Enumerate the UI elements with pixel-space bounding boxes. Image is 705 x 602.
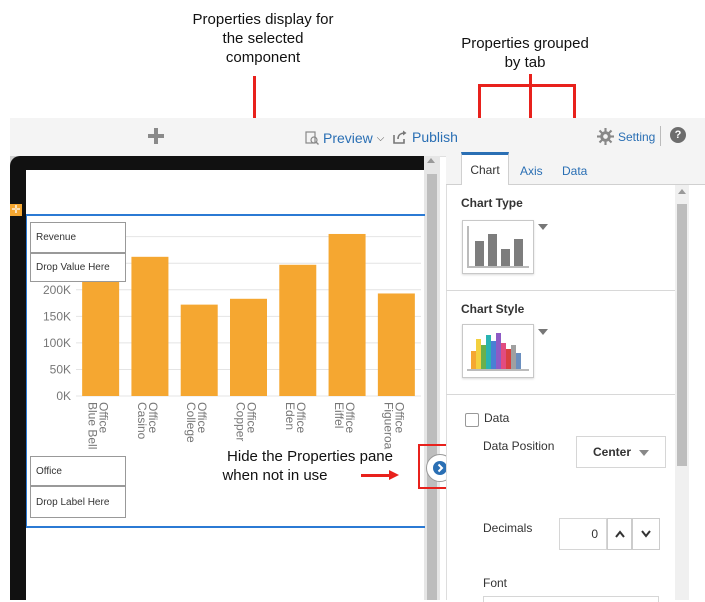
preview-icon	[305, 131, 319, 145]
chart-style-selector[interactable]	[462, 324, 534, 378]
callout-properties-display: Properties display for the selected comp…	[158, 10, 368, 67]
scroll-up-icon[interactable]	[678, 189, 686, 194]
help-button[interactable]: ?	[670, 127, 686, 143]
callout-branch-horizontal	[478, 84, 576, 87]
x-tick-label: Office	[294, 402, 308, 433]
callout-arrow-head	[389, 470, 399, 480]
gear-icon	[597, 128, 614, 145]
data-position-select[interactable]: Center	[576, 436, 666, 468]
chart-style-heading: Chart Style	[461, 302, 525, 316]
decimals-increment-button[interactable]	[607, 518, 632, 550]
tab-axis[interactable]: Axis	[520, 164, 543, 178]
publish-button[interactable]: Publish	[392, 129, 458, 145]
decimals-value: 0	[591, 527, 598, 541]
data-position-label: Data Position	[483, 439, 555, 453]
chevron-down-icon: ⌵	[376, 132, 385, 144]
setting-button[interactable]: Setting	[597, 128, 655, 145]
chevron-right-icon	[433, 461, 447, 475]
tab-data-label: Data	[562, 164, 588, 178]
properties-scroll-thumb[interactable]	[677, 204, 687, 466]
x-tick-label: Office	[343, 402, 357, 433]
publish-label: Publish	[412, 129, 458, 145]
font-label: Font	[483, 576, 508, 590]
y-tick-label: 150K	[43, 309, 71, 323]
move-handle-icon[interactable]: ✛	[10, 204, 22, 216]
bar[interactable]	[230, 298, 267, 396]
tab-chart[interactable]: Chart	[461, 152, 509, 185]
tab-data[interactable]: Data	[562, 164, 587, 178]
chart-style-icon	[467, 333, 529, 371]
section-divider	[446, 290, 675, 291]
decimals-decrement-button[interactable]	[632, 518, 660, 550]
chevron-up-icon	[614, 530, 625, 538]
help-icon: ?	[674, 129, 682, 141]
x-tick-label: Office	[245, 402, 259, 433]
x-tick-label: Office	[195, 402, 209, 433]
preview-label: Preview	[323, 130, 373, 146]
callout-line: Properties grouped	[461, 35, 589, 52]
label-field-chip[interactable]: Office	[30, 456, 126, 486]
setting-label: Setting	[618, 129, 656, 144]
add-button[interactable]	[146, 126, 166, 146]
drop-label-label: Drop Label Here	[36, 496, 110, 508]
callout-line: component	[225, 49, 301, 66]
chevron-down-icon	[641, 530, 651, 538]
bar[interactable]	[180, 304, 218, 396]
decimals-label: Decimals	[483, 521, 533, 535]
data-checkbox[interactable]	[465, 413, 479, 427]
scroll-up-icon[interactable]	[427, 158, 435, 163]
chart-type-heading: Chart Type	[461, 196, 523, 210]
callout-line: Properties display for	[192, 11, 334, 28]
callout-line: the selected	[222, 30, 304, 47]
label-field-label: Office	[36, 465, 62, 477]
x-tick-label: Office	[97, 402, 111, 433]
drop-value-label: Drop Value Here	[36, 262, 110, 273]
data-checkbox-label: Data	[484, 411, 510, 425]
toolbar-divider	[660, 126, 661, 146]
drop-value-target[interactable]: Drop Value Here	[30, 253, 126, 282]
canvas-scroll-thumb[interactable]	[427, 174, 437, 600]
bar[interactable]	[131, 256, 169, 396]
drop-label-target[interactable]: Drop Label Here	[30, 486, 126, 518]
chart-style-dropdown-icon[interactable]	[538, 329, 548, 335]
bar[interactable]	[328, 233, 366, 396]
preview-button[interactable]: Preview ⌵	[305, 130, 384, 146]
font-input[interactable]	[483, 596, 659, 602]
share-icon	[393, 130, 407, 144]
x-tick-label: Office	[146, 402, 160, 433]
section-divider	[446, 394, 675, 395]
chart-type-dropdown-icon[interactable]	[538, 224, 548, 230]
bar-chart-type-icon	[467, 226, 529, 268]
callout-line: Hide the Properties pane	[227, 448, 393, 465]
value-field-chip[interactable]: Revenue	[30, 222, 126, 253]
tab-chart-label: Chart	[470, 163, 500, 177]
callout-arrow-shaft	[361, 474, 391, 477]
y-tick-label: 100K	[43, 336, 71, 350]
y-tick-label: 200K	[43, 283, 71, 297]
y-tick-label: 50K	[50, 362, 71, 376]
tab-axis-label: Axis	[520, 164, 543, 178]
callout-grouped-by-tab: Properties grouped by tab	[440, 34, 610, 72]
data-position-value: Center	[593, 445, 632, 459]
bar[interactable]	[377, 293, 415, 396]
callout-line: by tab	[504, 54, 546, 71]
chevron-down-icon	[639, 450, 650, 456]
chart-type-selector[interactable]	[462, 220, 534, 274]
bar[interactable]	[279, 264, 317, 396]
plus-icon	[148, 128, 164, 144]
y-tick-label: 0K	[56, 389, 71, 403]
value-field-label: Revenue	[36, 232, 77, 243]
decimals-input[interactable]: 0	[559, 518, 607, 550]
x-tick-label: Office	[392, 402, 406, 433]
